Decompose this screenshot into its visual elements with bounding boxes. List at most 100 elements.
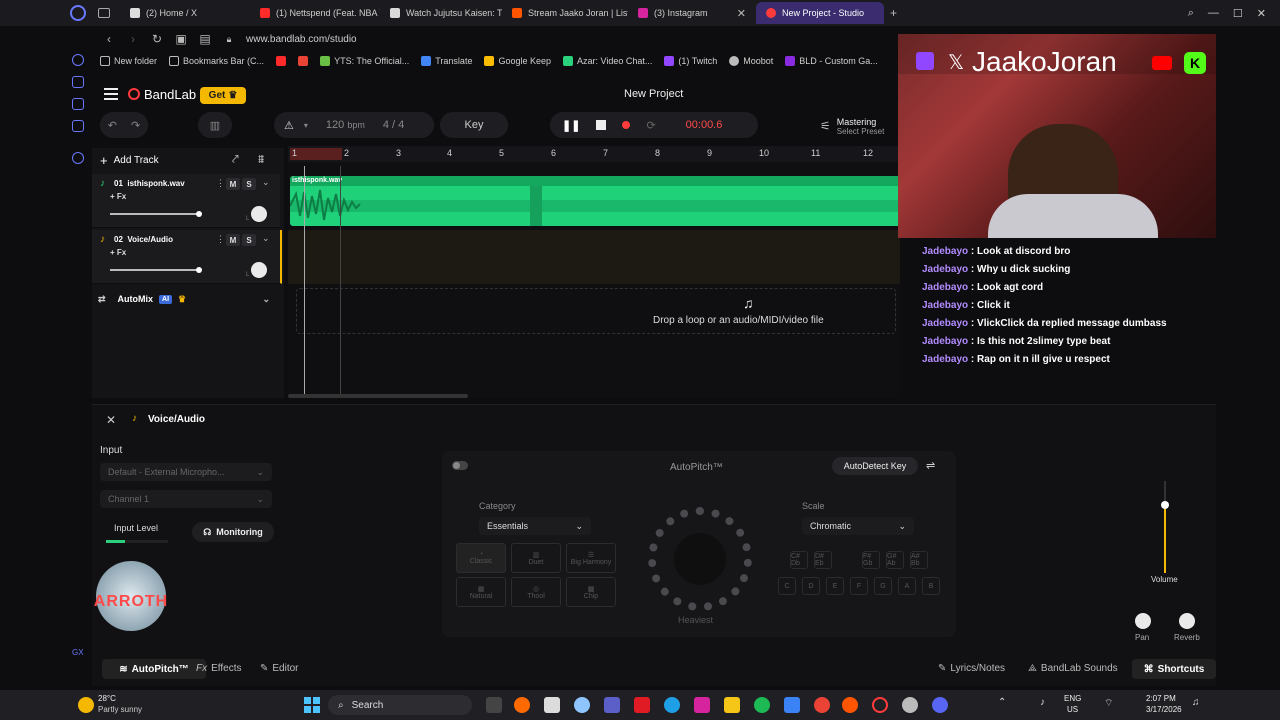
pan-knob[interactable]	[251, 206, 267, 222]
back-icon[interactable]: ‹	[102, 32, 116, 46]
clock-time[interactable]: 2:07 PM	[1146, 694, 1176, 703]
chrome-icon[interactable]	[814, 697, 830, 713]
bookmark-moobot[interactable]: Moobot	[729, 56, 773, 66]
tab-autopitch[interactable]: ≋ AutoPitch™	[102, 659, 206, 679]
tab-x-home[interactable]: (2) Home / X	[120, 2, 250, 24]
automix-row[interactable]: ⇄ AutoMix AI ♛ ⌄	[92, 290, 280, 308]
stop-icon[interactable]	[596, 120, 607, 130]
chevron-down-icon[interactable]: ⌄	[262, 294, 270, 305]
spotify-icon[interactable]	[754, 697, 770, 713]
minimize-icon[interactable]: —	[1208, 7, 1219, 19]
preset-natural[interactable]: ▦ Natural	[456, 577, 506, 607]
menu-icon[interactable]	[104, 88, 118, 100]
bandlab-sounds-button[interactable]: ⟁ BandLab Sounds	[1028, 663, 1118, 674]
copilot-icon[interactable]	[574, 697, 590, 713]
file-explorer-icon[interactable]	[724, 697, 740, 713]
tab-jujutsu-kaisen[interactable]: Watch Jujutsu Kaisen: The	[380, 2, 502, 24]
monitoring-button[interactable]: ☊ Monitoring	[192, 522, 274, 542]
add-track-button[interactable]: + Add Track	[100, 152, 159, 168]
shortcuts-button[interactable]: ⌘ Shortcuts	[1132, 659, 1216, 679]
pinboard-icon[interactable]	[72, 98, 84, 110]
volume-thumb[interactable]	[196, 211, 202, 217]
task-view-icon[interactable]	[486, 697, 502, 713]
note-d-sharp[interactable]: D# Eb	[814, 551, 832, 569]
lyrics-notes-button[interactable]: ✎ Lyrics/Notes	[938, 663, 1005, 674]
messenger-icon[interactable]	[72, 76, 84, 88]
app-icon[interactable]	[514, 697, 530, 713]
snapshot-icon[interactable]: ▣	[174, 32, 188, 46]
preset-duet[interactable]: ▥ Duet	[511, 543, 561, 573]
weather-icon[interactable]	[78, 697, 94, 713]
instagram-icon[interactable]	[694, 697, 710, 713]
track-name[interactable]: 02 Voice/Audio	[114, 235, 173, 244]
autopitch-toggle[interactable]	[452, 461, 468, 470]
app-icon[interactable]	[634, 697, 650, 713]
reader-icon[interactable]: ▤	[198, 32, 212, 46]
mute-button[interactable]: M	[226, 234, 240, 246]
app-icon[interactable]	[544, 697, 560, 713]
tab-overview-icon[interactable]	[98, 8, 110, 18]
pan-knob[interactable]	[251, 262, 267, 278]
bookmark-gmail[interactable]	[298, 56, 309, 66]
tab-new-project-studio[interactable]: New Project - Studio	[756, 2, 884, 24]
key-button[interactable]: Key	[440, 112, 508, 138]
opera-logo-icon[interactable]	[70, 5, 86, 21]
note-a-sharp[interactable]: A# Bb	[910, 551, 928, 569]
time-signature[interactable]: 4 / 4	[383, 119, 404, 131]
add-fx-button[interactable]: + Fx	[110, 192, 126, 201]
preset-chip[interactable]: ▩ Chip	[566, 577, 616, 607]
solo-button[interactable]: S	[242, 178, 256, 190]
category-select[interactable]: Essentials ⌄	[479, 517, 591, 535]
horizontal-scrollbar[interactable]	[288, 394, 468, 398]
track-row[interactable]: ♪ 02 Voice/Audio ⋮ M S ⌄ + Fx L	[92, 230, 282, 284]
close-window-icon[interactable]: ✕	[1257, 7, 1266, 20]
gx-icon[interactable]: GX	[72, 648, 84, 657]
bookmark-google-keep[interactable]: Google Keep	[484, 56, 551, 66]
note-c-sharp[interactable]: C# Db	[790, 551, 808, 569]
edge-icon[interactable]	[664, 697, 680, 713]
project-title-text[interactable]: New Project	[624, 88, 683, 100]
drop-zone[interactable]: ♫ Drop a loop or an audio/MIDI/video fil…	[296, 288, 896, 334]
tab-youtube-nettspend[interactable]: (1) Nettspend (Feat. NBA Y	[250, 2, 380, 24]
solo-button[interactable]: S	[242, 234, 256, 246]
note-f[interactable]: F	[850, 577, 868, 595]
more-icon[interactable]: ⋮	[216, 234, 225, 245]
add-fx-button[interactable]: + Fx	[110, 248, 126, 257]
autodetect-key-button[interactable]: AutoDetect Key	[832, 457, 918, 475]
sliders-icon[interactable]: ⇌	[926, 459, 935, 472]
undo-icon[interactable]: ↶	[108, 119, 117, 132]
track-settings-icon[interactable]: ⩩	[258, 152, 264, 167]
more-icon[interactable]: ⋮	[216, 178, 225, 189]
reload-icon[interactable]: ↻	[150, 32, 164, 46]
wifi-icon[interactable]: ⌔	[1104, 697, 1113, 710]
mastering-button[interactable]: ⚟ Mastering Select Preset	[820, 114, 884, 138]
volume-fader[interactable]	[1161, 481, 1169, 573]
app-icon[interactable]	[784, 697, 800, 713]
note-c[interactable]: C	[778, 577, 796, 595]
track-lane[interactable]	[288, 230, 900, 284]
search-tabs-icon[interactable]: ⌕	[1188, 7, 1194, 20]
bookmark-youtube[interactable]	[276, 56, 287, 66]
discord-icon[interactable]	[932, 697, 948, 713]
autopitch-knob[interactable]	[648, 507, 752, 611]
language-top[interactable]: ENG	[1064, 694, 1081, 703]
chevron-down-icon[interactable]: ⌄	[262, 177, 270, 188]
taskbar-search[interactable]: ⌕ Search	[328, 695, 472, 715]
volume-slider[interactable]	[110, 211, 202, 217]
close-panel-icon[interactable]: ✕	[106, 413, 116, 427]
bookmark-yts[interactable]: YTS: The Official...	[320, 56, 409, 66]
note-a[interactable]: A	[898, 577, 916, 595]
windows-start-icon[interactable]	[304, 697, 320, 713]
maximize-icon[interactable]: ☐	[1233, 7, 1243, 20]
volume-fader-thumb[interactable]	[1161, 501, 1169, 509]
get-membership-button[interactable]: Get ♛	[200, 87, 246, 104]
bookmark-new-folder[interactable]: New folder	[100, 56, 157, 66]
app-icon[interactable]	[902, 697, 918, 713]
mute-button[interactable]: M	[226, 178, 240, 190]
bookmark-translate[interactable]: Translate	[421, 56, 472, 66]
settings-gear-icon[interactable]	[72, 152, 84, 164]
input-device-select[interactable]: Default - External Micropho... ⌄	[100, 463, 272, 481]
note-f-sharp[interactable]: F# Gb	[862, 551, 880, 569]
bookmark-azar[interactable]: Azar: Video Chat...	[563, 56, 652, 66]
automation-icon[interactable]: ⤤	[232, 152, 239, 167]
